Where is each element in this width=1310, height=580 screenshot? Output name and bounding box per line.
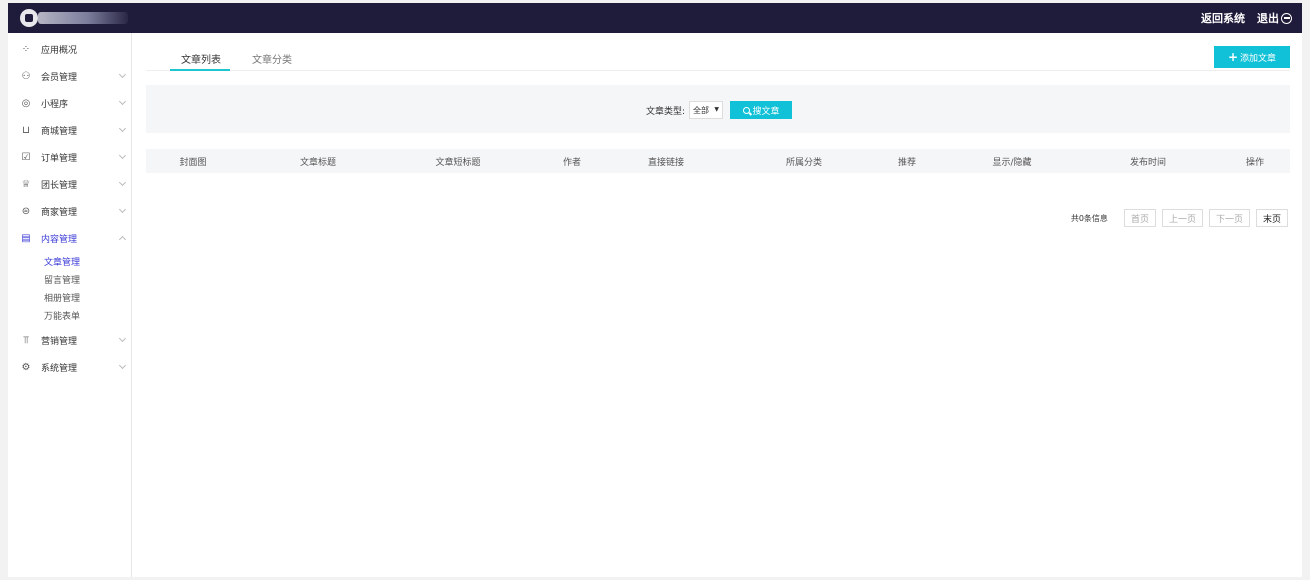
chevron-down-icon [118, 97, 127, 106]
sidebar-subitem-albums[interactable]: 相册管理 [8, 288, 131, 306]
tab-article-list[interactable]: 文章列表 [181, 51, 221, 66]
sidebar-item-mall[interactable]: ⊔ 商城管理 [8, 117, 131, 144]
chevron-down-icon [118, 124, 127, 133]
sidebar-item-label: 商城管理 [41, 127, 78, 137]
sidebar-item-merchants[interactable]: ⊜ 商家管理 [8, 198, 131, 225]
filter-bar: 文章类型: 全部 搜文章 [146, 85, 1290, 133]
sidebar-item-leaders[interactable]: ♕ 团长管理 [8, 171, 131, 198]
chevron-up-icon [118, 235, 127, 244]
sidebar: ⁘ 应用概况 ⚇ 会员管理 ◎ 小程序 ⊔ 商城管理 ☑ 订单管理 ♕ 团长管理 [8, 33, 132, 577]
main-content: 文章列表 文章分类 + 添加文章 文章类型: 全部 搜文章 封面图 文章标题 [146, 33, 1290, 577]
sidebar-item-label: 小程序 [41, 100, 69, 110]
next-page-button[interactable]: 下一页 [1208, 209, 1250, 227]
sidebar-subitem-forms[interactable]: 万能表单 [8, 306, 131, 324]
column-header-publish-time: 发布时间 [1129, 158, 1167, 168]
app-window: 返回系统 退出 ⁘ 应用概况 ⚇ 会员管理 ◎ 小程序 ⊔ 商城管理 ☑ 订单管… [8, 3, 1302, 577]
sidebar-item-label: 内容管理 [41, 235, 78, 245]
mini-program-icon: ◎ [21, 98, 31, 109]
logout-icon [1281, 12, 1292, 24]
crown-icon: ♕ [21, 179, 31, 190]
sidebar-item-mini-program[interactable]: ◎ 小程序 [8, 90, 131, 117]
article-type-selected: 全部 [693, 105, 710, 115]
store-icon: ⊜ [21, 206, 31, 217]
column-header-author: 作者 [562, 158, 582, 168]
sidebar-item-members[interactable]: ⚇ 会员管理 [8, 63, 131, 90]
chevron-down-icon [118, 361, 127, 370]
sidebar-item-system[interactable]: ⚙ 系统管理 [8, 354, 131, 381]
sidebar-item-orders[interactable]: ☑ 订单管理 [8, 144, 131, 171]
pagination: 共0条信息 首页 上一页 下一页 末页 [1071, 209, 1288, 227]
chevron-down-icon [118, 178, 127, 187]
total-count: 共0条信息 [1070, 213, 1108, 223]
sidebar-item-label: 应用概况 [41, 46, 78, 56]
logo-text-blurred [38, 12, 128, 24]
table-header: 封面图 文章标题 文章短标题 作者 直接链接 所属分类 推荐 显示/隐藏 发布时… [146, 149, 1290, 173]
sidebar-item-label: 营销管理 [41, 337, 78, 347]
add-article-button[interactable]: + 添加文章 [1214, 46, 1290, 68]
add-article-label: 添加文章 [1240, 53, 1277, 64]
column-header-actions: 操作 [1245, 158, 1265, 168]
return-system-link[interactable]: 返回系统 [1201, 10, 1245, 26]
sidebar-item-label: 会员管理 [41, 73, 78, 83]
column-header-recommend: 推荐 [897, 158, 917, 168]
tab-bar: 文章列表 文章分类 [146, 43, 1290, 71]
logout-label: 退出 [1257, 12, 1279, 25]
filter-controls: 文章类型: 全部 搜文章 [646, 101, 793, 119]
search-article-button[interactable]: 搜文章 [730, 101, 793, 119]
chevron-down-icon [118, 70, 127, 79]
sidebar-item-content[interactable]: ▤ 内容管理 [8, 225, 131, 252]
column-header-title: 文章标题 [299, 158, 337, 168]
plus-icon: + [1227, 50, 1239, 64]
column-header-short-title: 文章短标题 [435, 158, 481, 168]
prev-page-button[interactable]: 上一页 [1161, 209, 1203, 227]
last-page-button[interactable]: 末页 [1255, 209, 1288, 227]
column-header-visibility: 显示/隐藏 [992, 158, 1032, 168]
article-type-select[interactable]: 全部 [689, 101, 724, 119]
sidebar-item-label: 商家管理 [41, 208, 78, 218]
sidebar-item-label: 团长管理 [41, 181, 78, 191]
chevron-down-icon [118, 205, 127, 214]
logo-icon [20, 9, 38, 27]
users-icon: ⚇ [21, 71, 31, 82]
top-bar: 返回系统 退出 [8, 3, 1302, 33]
order-icon: ☑ [21, 152, 31, 163]
column-header-direct-link: 直接链接 [647, 158, 685, 168]
column-header-cover: 封面图 [179, 158, 207, 168]
sidebar-item-marketing[interactable]: ⫪ 营销管理 [8, 327, 131, 354]
sidebar-subitem-messages[interactable]: 留言管理 [8, 270, 131, 288]
document-icon: ▤ [21, 233, 31, 244]
first-page-button[interactable]: 首页 [1123, 209, 1156, 227]
dashboard-icon: ⁘ [21, 44, 31, 55]
article-type-label: 文章类型: [646, 106, 686, 117]
chevron-down-icon [118, 334, 127, 343]
logout-button[interactable]: 退出 [1257, 10, 1292, 26]
sidebar-item-overview[interactable]: ⁘ 应用概况 [8, 36, 131, 63]
search-article-label: 搜文章 [752, 106, 780, 117]
column-header-category: 所属分类 [785, 158, 823, 168]
sidebar-item-label: 系统管理 [41, 364, 78, 374]
sidebar-item-label: 订单管理 [41, 154, 78, 164]
tab-article-category[interactable]: 文章分类 [252, 51, 292, 66]
sidebar-subitem-articles[interactable]: 文章管理 [8, 252, 131, 270]
settings-icon: ⚙ [21, 362, 31, 373]
top-actions: 返回系统 退出 [1201, 3, 1292, 33]
cart-icon: ⊔ [22, 125, 30, 136]
search-icon [742, 106, 750, 114]
chevron-down-icon [118, 151, 127, 160]
chart-icon: ⫪ [23, 335, 29, 346]
active-tab-indicator [170, 69, 230, 71]
